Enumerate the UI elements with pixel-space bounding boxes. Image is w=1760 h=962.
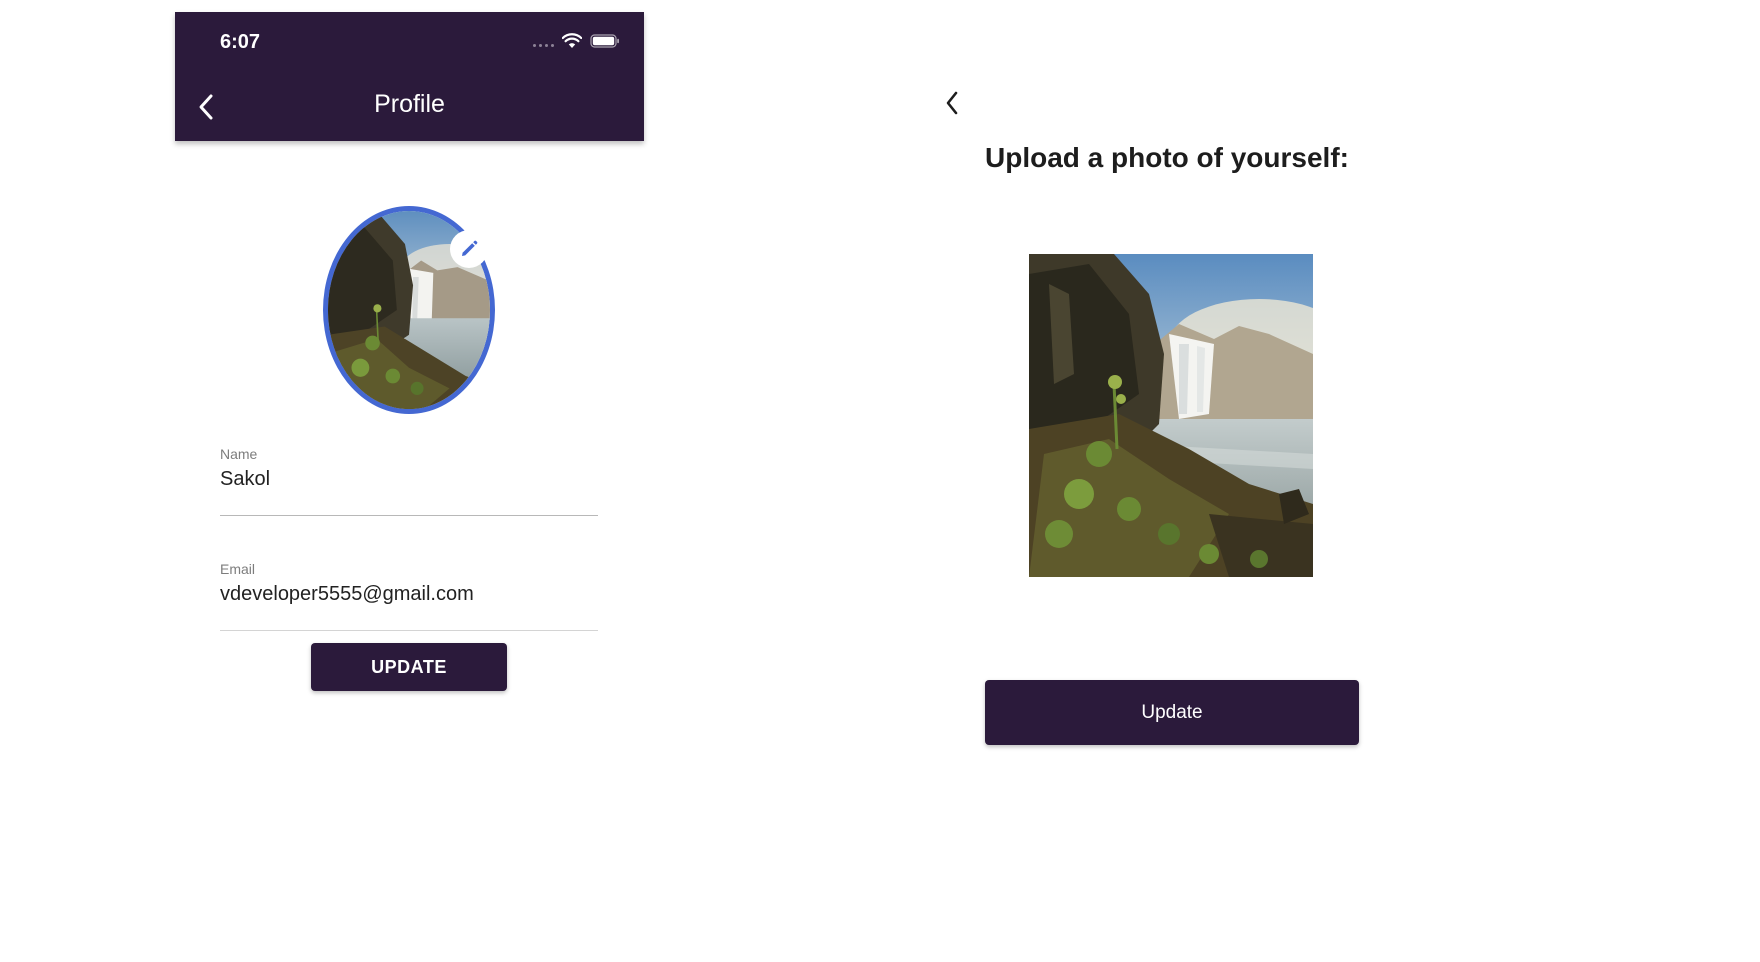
waterfall-photo — [1029, 254, 1313, 577]
status-time: 6:07 — [220, 31, 261, 53]
chevron-left-icon — [945, 90, 959, 116]
email-value[interactable]: vdeveloper5555@gmail.com — [220, 583, 598, 606]
edit-avatar-button[interactable] — [450, 230, 488, 268]
email-label: Email — [220, 561, 256, 577]
update-button[interactable]: UPDATE — [311, 643, 507, 691]
name-value[interactable]: Sakol — [220, 468, 598, 491]
upload-title: Upload a photo of yourself: — [985, 142, 1349, 173]
signal-dots-icon — [533, 43, 554, 47]
uploaded-photo[interactable] — [1029, 254, 1313, 577]
profile-screen: 6:07 Profile Name Sakol Email vdeveloper… — [175, 12, 644, 732]
pencil-icon — [459, 239, 479, 259]
status-icons — [533, 30, 620, 52]
canvas: 6:07 Profile Name Sakol Email vdeveloper… — [0, 0, 1760, 962]
wifi-icon — [562, 33, 582, 49]
update-button[interactable]: Update — [985, 680, 1359, 745]
name-label: Name — [220, 446, 258, 462]
upload-photo-screen: Upload a photo of yourself: Update — [935, 80, 1375, 760]
email-field[interactable]: Email vdeveloper5555@gmail.com — [220, 561, 598, 631]
battery-icon — [590, 33, 620, 49]
back-button[interactable] — [937, 88, 967, 118]
name-field[interactable]: Name Sakol — [220, 446, 598, 516]
page-title: Profile — [374, 90, 445, 118]
avatar-container — [323, 206, 495, 414]
app-bar: 6:07 Profile — [175, 12, 644, 141]
